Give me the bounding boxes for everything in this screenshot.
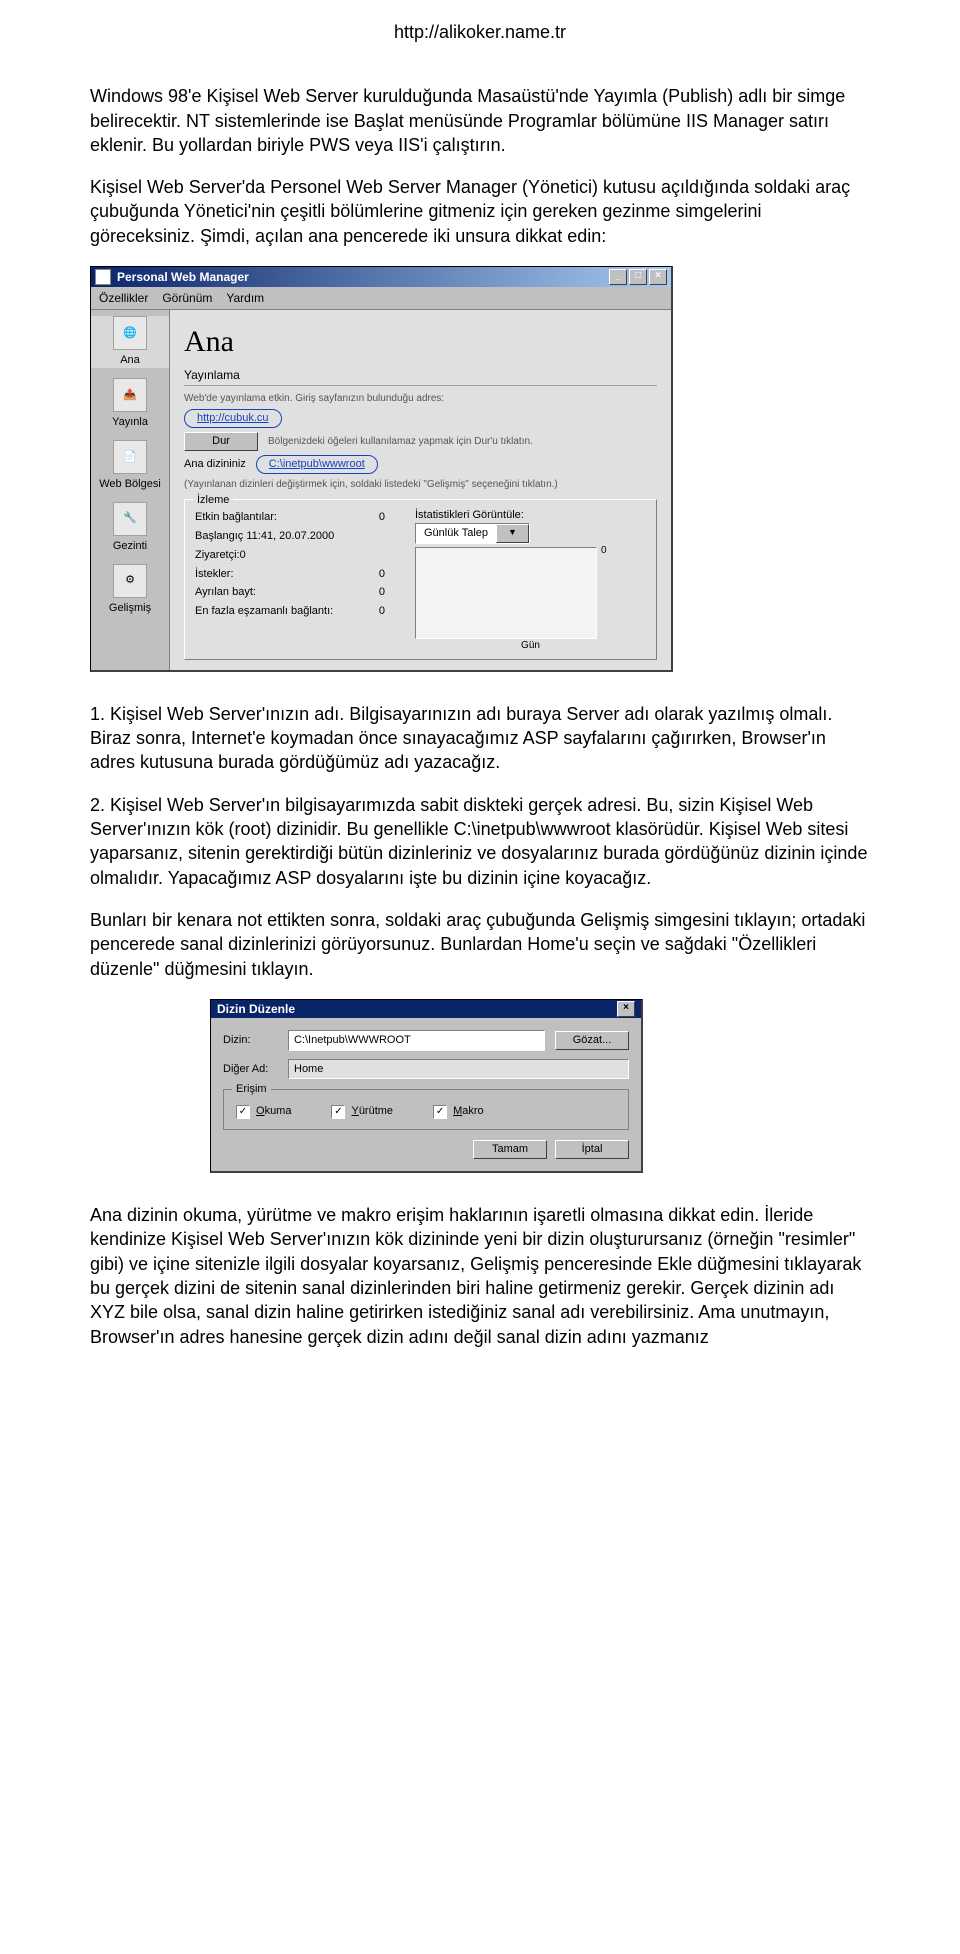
checkmark-icon: ✓ (331, 1105, 345, 1119)
browse-button[interactable]: Gözat... (555, 1031, 629, 1050)
sidebar-item-advanced[interactable]: ⚙ Gelişmiş (91, 564, 169, 616)
pwm-title-text: Personal Web Manager (117, 269, 249, 285)
home-dir-label: Ana dizininiz (184, 457, 246, 472)
pwm-titlebar: Personal Web Manager _ □ × (91, 267, 671, 287)
sidebar-label-tour: Gezinti (113, 539, 147, 554)
menu-help[interactable]: Yardım (226, 290, 264, 306)
chart-y-max: 0 (601, 544, 607, 558)
access-label: Erişim (232, 1082, 271, 1097)
stat-bytes-value: 0 (379, 583, 385, 602)
publish-text: Web'de yayınlama etkin. Giriş sayfanızın… (184, 392, 657, 406)
stat-active-value: 0 (379, 508, 385, 527)
pwm-menu-bar: Özellikler Görünüm Yardım (91, 287, 671, 310)
stat-requests-label: İstekler: (195, 565, 234, 584)
maximize-button[interactable]: □ (629, 269, 647, 285)
stop-hint: Bölgenizdeki öğeleri kullanılamaz yapmak… (268, 435, 533, 449)
edit-dir-titlebar: Dizin Düzenle × (211, 1000, 641, 1018)
stat-requests-value: 0 (379, 565, 385, 584)
app-icon (95, 269, 111, 285)
monitor-groupbox: İzleme Etkin bağlantılar: 0 Başlangıç 11… (184, 499, 657, 659)
alias-label: Diğer Ad: (223, 1062, 278, 1077)
menu-view[interactable]: Görünüm (162, 290, 212, 306)
stat-concurrent-value: 0 (379, 602, 385, 621)
stat-active-label: Etkin bağlantılar: (195, 508, 277, 527)
sidebar-item-main[interactable]: 🌐 Ana (91, 316, 169, 368)
ok-button[interactable]: Tamam (473, 1140, 547, 1159)
home-dir-link[interactable]: C:\inetpub\wwwroot (256, 455, 378, 474)
stop-button[interactable]: Dur (184, 432, 258, 451)
sidebar-item-publish[interactable]: 📤 Yayınla (91, 378, 169, 430)
pwm-main-panel: Ana Yayınlama Web'de yayınlama etkin. Gi… (170, 310, 671, 670)
paragraph-5: Bunları bir kenara not ettikten sonra, s… (90, 908, 870, 981)
stats-right: İstatistikleri Görüntüle: Günlük Talep ▼… (415, 508, 646, 652)
sidebar-label-advanced: Gelişmiş (109, 601, 151, 616)
menu-properties[interactable]: Özellikler (99, 290, 148, 306)
home-url-link[interactable]: http://cubuk.cu (184, 409, 282, 428)
chart-x-label: Gün (415, 639, 646, 653)
edit-dir-screenshot: Dizin Düzenle × Dizin: C:\Inetpub\WWWROO… (90, 999, 870, 1173)
publish-icon: 📤 (113, 378, 147, 412)
pwm-window: Personal Web Manager _ □ × Özellikler Gö… (90, 266, 673, 672)
alias-input: Home (288, 1059, 629, 1080)
stat-visitors: Ziyaretçi:0 (195, 546, 395, 565)
dir-label: Dizin: (223, 1033, 278, 1048)
paragraph-6: Ana dizinin okuma, yürütme ve makro eriş… (90, 1203, 870, 1349)
checkbox-macro[interactable]: ✓ Makro (433, 1104, 484, 1119)
monitor-label: İzleme (193, 493, 233, 508)
checkmark-icon: ✓ (236, 1105, 250, 1119)
pwm-screenshot: Personal Web Manager _ □ × Özellikler Gö… (90, 266, 870, 672)
close-button[interactable]: × (649, 269, 667, 285)
sidebar-label-website: Web Bölgesi (99, 477, 161, 492)
sidebar-label-publish: Yayınla (112, 415, 148, 430)
edit-dir-title: Dizin Düzenle (217, 1001, 295, 1017)
dir-input[interactable]: C:\Inetpub\WWWROOT (288, 1030, 545, 1051)
paragraph-3: 1. Kişisel Web Server'ınızın adı. Bilgis… (90, 702, 870, 775)
gear-icon: ⚙ (113, 564, 147, 598)
sidebar-item-tour[interactable]: 🔧 Gezinti (91, 502, 169, 554)
chevron-down-icon[interactable]: ▼ (496, 524, 529, 543)
dlg2-close-button[interactable]: × (617, 1001, 635, 1017)
stats-combo[interactable]: Günlük Talep ▼ (415, 523, 530, 544)
sidebar-label-main: Ana (120, 353, 140, 368)
checkbox-read[interactable]: ✓ Okuma (236, 1104, 291, 1119)
paragraph-4: 2. Kişisel Web Server'ın bilgisayarımızd… (90, 793, 870, 890)
sidebar-item-website[interactable]: 📄 Web Bölgesi (91, 440, 169, 492)
pwm-sidebar: 🌐 Ana 📤 Yayınla 📄 Web Bölgesi 🔧 Gezinti (91, 310, 170, 670)
paragraph-1: Windows 98'e Kişisel Web Server kurulduğ… (90, 84, 870, 157)
main-heading: Ana (184, 322, 657, 363)
access-groupbox: Erişim ✓ Okuma ✓ Yürütme ✓ Makro (223, 1089, 629, 1130)
edit-directory-dialog: Dizin Düzenle × Dizin: C:\Inetpub\WWWROO… (210, 999, 643, 1173)
header-url: http://alikoker.name.tr (90, 20, 870, 44)
paragraph-2: Kişisel Web Server'da Personel Web Serve… (90, 175, 870, 248)
stats-combo-value: Günlük Talep (416, 525, 496, 542)
stats-show-label: İstatistikleri Görüntüle: (415, 508, 646, 523)
section-publishing: Yayınlama (184, 367, 657, 386)
stat-bytes-label: Ayrılan bayt: (195, 583, 256, 602)
globe-icon: 🌐 (113, 316, 147, 350)
cancel-button[interactable]: İptal (555, 1140, 629, 1159)
tour-icon: 🔧 (113, 502, 147, 536)
stats-chart (415, 547, 597, 639)
stat-concurrent-label: En fazla eşzamanlı bağlantı: (195, 602, 333, 621)
minimize-button[interactable]: _ (609, 269, 627, 285)
stats-left: Etkin bağlantılar: 0 Başlangıç 11:41, 20… (195, 508, 395, 652)
website-icon: 📄 (113, 440, 147, 474)
home-dir-hint: (Yayınlanan dizinleri değiştirmek için, … (184, 478, 657, 492)
checkmark-icon: ✓ (433, 1105, 447, 1119)
checkbox-execute[interactable]: ✓ Yürütme (331, 1104, 393, 1119)
stat-start: Başlangıç 11:41, 20.07.2000 (195, 527, 395, 546)
